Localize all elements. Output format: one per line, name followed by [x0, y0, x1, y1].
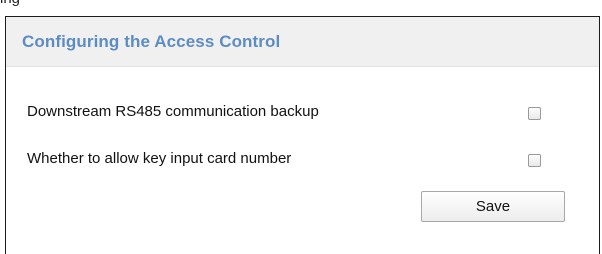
panel-header: Configuring the Access Control	[6, 17, 599, 67]
key-input-card-label: Whether to allow key input card number	[27, 150, 292, 167]
key-input-card-checkbox[interactable]	[528, 154, 541, 167]
rs485-backup-checkbox[interactable]	[528, 107, 541, 120]
panel-title: Configuring the Access Control	[22, 32, 281, 51]
access-control-panel: Configuring the Access Control Downstrea…	[5, 16, 600, 254]
cropped-heading-text: ing	[0, 0, 20, 7]
rs485-backup-label: Downstream RS485 communication backup	[27, 103, 319, 120]
save-button[interactable]: Save	[421, 191, 565, 222]
